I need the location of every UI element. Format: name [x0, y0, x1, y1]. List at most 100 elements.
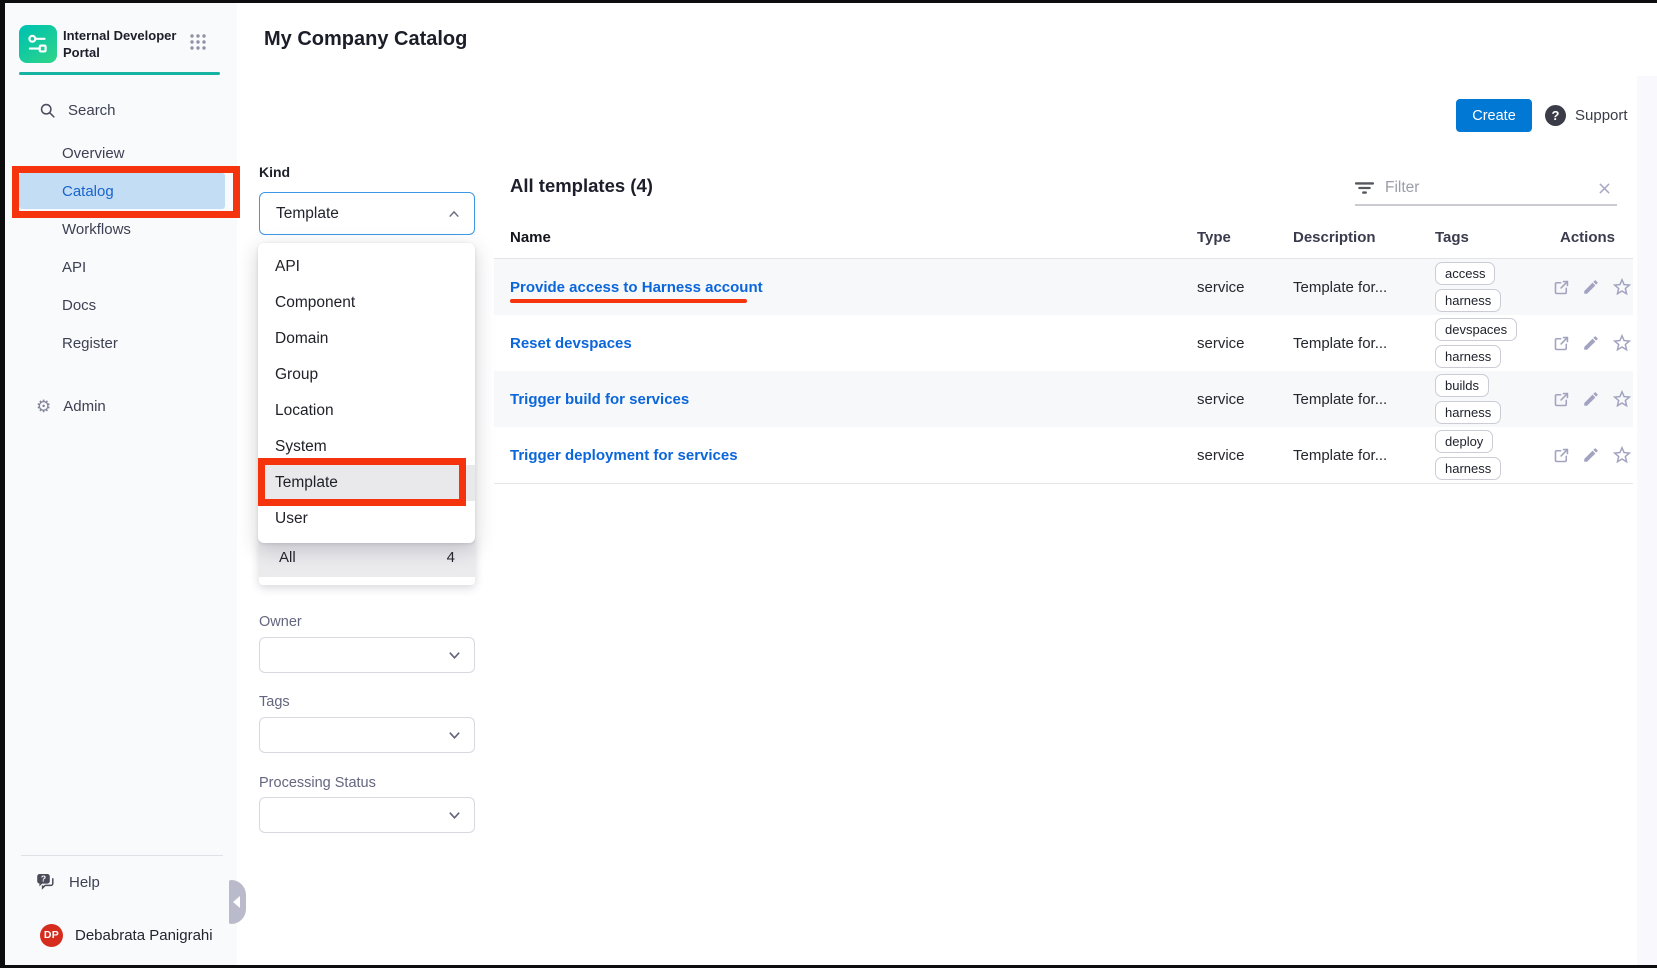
help-chat-icon: ? — [36, 873, 57, 892]
name-cell: Trigger build for services — [510, 371, 689, 427]
open-in-new-icon[interactable] — [1552, 390, 1571, 409]
question-mark-icon: ? — [1545, 105, 1566, 126]
type-cell: service — [1197, 371, 1245, 427]
kind-count-all[interactable]: All 4 — [259, 537, 475, 577]
kind-count-value: 4 — [447, 549, 455, 566]
open-in-new-icon[interactable] — [1552, 446, 1571, 465]
kind-count-label: All — [279, 549, 296, 566]
clear-filter-icon[interactable] — [1598, 182, 1617, 195]
sidebar: Internal Developer Portal Search Overvie… — [5, 3, 238, 965]
table-header-row: Name Type Description Tags Actions — [494, 225, 1633, 259]
open-in-new-icon[interactable] — [1552, 278, 1571, 297]
chevron-down-icon — [448, 651, 461, 660]
name-cell: Reset devspaces — [510, 315, 632, 371]
edit-icon[interactable] — [1582, 278, 1600, 296]
search-icon — [39, 102, 56, 119]
tag-chip: access — [1435, 262, 1495, 285]
help-label: Help — [69, 874, 100, 891]
sidebar-item-workflows[interactable]: Workflows — [19, 211, 225, 247]
svg-text:?: ? — [41, 873, 46, 883]
sidebar-search[interactable]: Search — [19, 92, 245, 128]
tags-cell: devspacesharness — [1435, 315, 1517, 371]
column-header-tags: Tags — [1435, 229, 1469, 246]
star-icon[interactable] — [1611, 388, 1633, 410]
admin-label: Admin — [63, 398, 106, 415]
tags-cell: access harness — [1435, 259, 1501, 315]
sidebar-item-docs[interactable]: Docs — [19, 287, 225, 323]
sidebar-user[interactable]: DP Debabrata Panigrahi — [19, 917, 246, 953]
edit-icon[interactable] — [1582, 446, 1600, 464]
harness-idp-logo-icon[interactable] — [19, 25, 57, 63]
tags-label: Tags — [259, 694, 290, 710]
filter-input[interactable] — [1383, 178, 1589, 198]
table-filter — [1355, 172, 1617, 206]
kind-option-domain[interactable]: Domain — [258, 321, 475, 357]
star-icon[interactable] — [1611, 444, 1633, 466]
user-avatar: DP — [40, 924, 63, 947]
sidebar-item-catalog[interactable]: Catalog — [19, 173, 225, 209]
open-in-new-icon[interactable] — [1552, 334, 1571, 353]
create-button[interactable]: Create — [1456, 99, 1532, 132]
tag-chip: harness — [1435, 289, 1501, 312]
template-name-link[interactable]: Reset devspaces — [510, 335, 632, 352]
collapse-left-arrow-icon — [233, 896, 240, 908]
sidebar-item-overview[interactable]: Overview — [19, 135, 225, 171]
kind-option-system[interactable]: System — [258, 429, 475, 465]
description-cell: Template for... — [1293, 427, 1387, 483]
sidebar-item-register[interactable]: Register — [19, 325, 225, 361]
tags-cell: buildsharness — [1435, 371, 1501, 427]
edit-icon[interactable] — [1582, 390, 1600, 408]
actions-cell — [1552, 371, 1633, 427]
kind-label: Kind — [259, 164, 290, 180]
sidebar-search-label: Search — [68, 102, 116, 119]
column-header-description: Description — [1293, 229, 1376, 246]
user-name: Debabrata Panigrahi — [75, 927, 213, 944]
support-button[interactable]: ? Support — [1545, 99, 1628, 132]
tag-chip: harness — [1435, 401, 1501, 424]
table-row: Trigger deployment for services service … — [494, 427, 1633, 483]
kind-option-user[interactable]: User — [258, 501, 475, 537]
processing-status-select[interactable] — [259, 797, 475, 833]
description-cell: Template for... — [1293, 259, 1387, 315]
app-window: Internal Developer Portal Search Overvie… — [5, 3, 1657, 965]
description-cell: Template for... — [1293, 315, 1387, 371]
topbar: My Company Catalog — [237, 3, 1657, 77]
sidebar-bottom-divider — [21, 855, 223, 856]
sidebar-item-admin[interactable]: ⚙ Admin — [19, 388, 242, 424]
type-cell: service — [1197, 315, 1245, 371]
owner-select[interactable] — [259, 637, 475, 673]
template-name-link[interactable]: Provide access to Harness account — [510, 279, 763, 296]
tag-chip: deploy — [1435, 430, 1493, 453]
star-icon[interactable] — [1611, 276, 1633, 298]
tag-chip: harness — [1435, 345, 1501, 368]
apps-grid-icon[interactable] — [189, 33, 207, 56]
kind-option-location[interactable]: Location — [258, 393, 475, 429]
chevron-down-icon — [448, 731, 461, 740]
edit-icon[interactable] — [1582, 334, 1600, 352]
sidebar-item-help[interactable]: ? Help — [19, 864, 242, 900]
type-cell: service — [1197, 427, 1245, 483]
tag-chip: harness — [1435, 457, 1501, 480]
table-body: Provide access to Harness account servic… — [494, 259, 1633, 484]
kind-select-value: Template — [276, 205, 339, 223]
sidebar-item-api[interactable]: API — [19, 249, 225, 285]
page-background-band — [1637, 76, 1657, 965]
table-row: Provide access to Harness account servic… — [494, 259, 1633, 315]
column-header-actions: Actions — [1560, 229, 1615, 246]
column-header-name: Name — [510, 229, 551, 246]
kind-counts-card: All 4 — [259, 537, 475, 585]
kind-option-component[interactable]: Component — [258, 285, 475, 321]
template-name-link[interactable]: Trigger build for services — [510, 391, 689, 408]
screenshot: Internal Developer Portal Search Overvie… — [0, 0, 1657, 968]
star-icon[interactable] — [1611, 332, 1633, 354]
name-cell: Provide access to Harness account — [510, 259, 763, 315]
processing-status-label: Processing Status — [259, 775, 376, 791]
kind-select[interactable]: Template — [259, 192, 475, 235]
sidebar-collapse-handle[interactable] — [229, 880, 246, 924]
main-content: Create ? Support Kind Template APICompon… — [237, 76, 1657, 965]
kind-option-api[interactable]: API — [258, 249, 475, 285]
template-name-link[interactable]: Trigger deployment for services — [510, 447, 738, 464]
kind-option-group[interactable]: Group — [258, 357, 475, 393]
tags-select[interactable] — [259, 717, 475, 753]
kind-option-template[interactable]: Template — [258, 465, 475, 501]
